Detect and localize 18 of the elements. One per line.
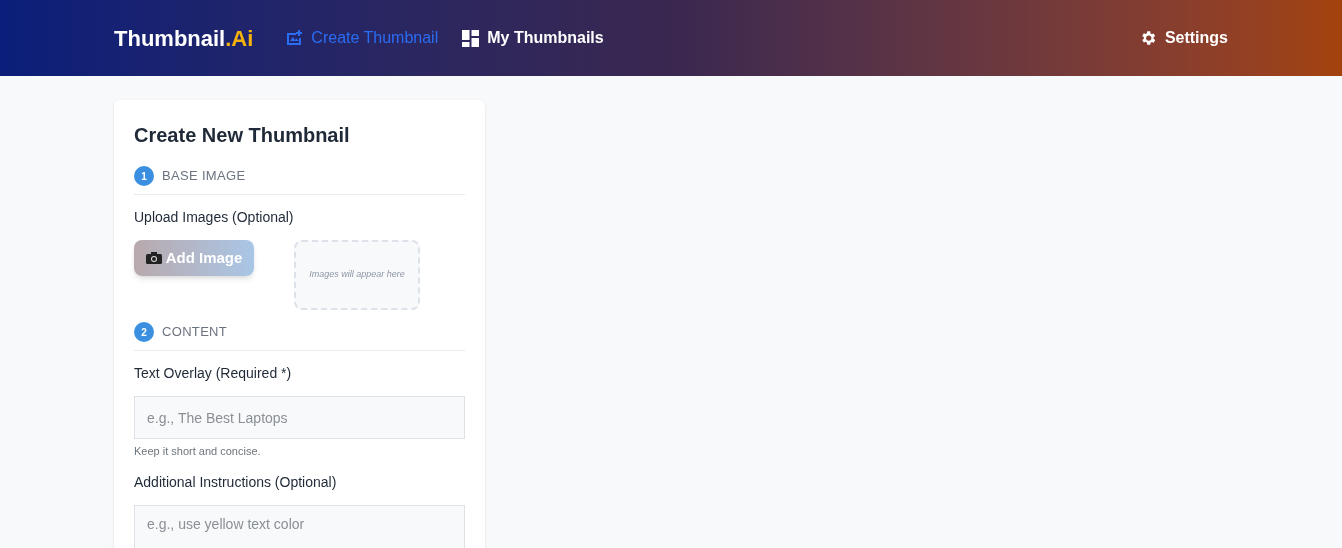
image-add-icon xyxy=(285,29,304,47)
instructions-field[interactable]: e.g., use yellow text color xyxy=(134,504,465,548)
text-input-field[interactable]: e.g., The Best Laptops xyxy=(134,396,465,439)
step-number-badge: 1 xyxy=(134,166,154,186)
settings-link[interactable]: Settings xyxy=(1138,26,1228,50)
field-hint: Keep it short and concise. xyxy=(134,444,262,459)
section-heading: BASE IMAGE xyxy=(162,167,246,186)
form-title: Create New Thumbnail xyxy=(134,123,351,148)
preview-placeholder-text: Images will appear here xyxy=(309,268,405,282)
camera-icon xyxy=(145,252,162,264)
nav-link[interactable]: My Thumbnails xyxy=(462,26,604,50)
field-label: Text Overlay (Required *) xyxy=(134,364,293,383)
grid-icon xyxy=(462,29,480,47)
section-heading: CONTENT xyxy=(162,323,228,342)
field-label: Upload Images (Optional) xyxy=(134,208,295,227)
app-logo[interactable]: Thumbnail.Ai xyxy=(114,21,254,55)
step-number-badge: 2 xyxy=(134,322,154,342)
field-label: Additional Instructions (Optional) xyxy=(134,472,338,492)
